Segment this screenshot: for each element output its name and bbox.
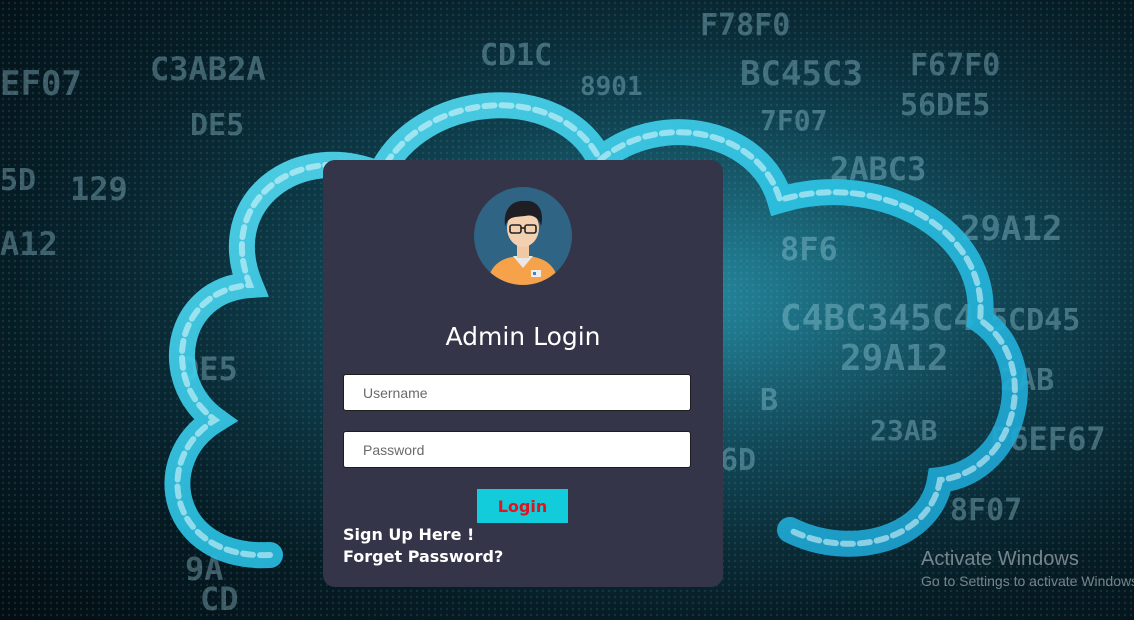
- svg-text:B: B: [760, 383, 778, 418]
- login-button[interactable]: Login: [477, 489, 568, 523]
- svg-text:7F07: 7F07: [760, 104, 827, 137]
- svg-text:5D: 5D: [0, 163, 36, 198]
- svg-text:DE5: DE5: [190, 108, 244, 143]
- svg-text:CD: CD: [200, 580, 239, 618]
- watermark-subtitle: Go to Settings to activate Windows.: [921, 573, 1134, 589]
- login-card: Admin Login Login Sign Up Here ! Forget …: [323, 160, 723, 587]
- svg-text:EF07: EF07: [0, 64, 82, 104]
- svg-text:CD1C: CD1C: [480, 38, 552, 73]
- svg-text:29A12: 29A12: [960, 209, 1062, 249]
- svg-text:8F07: 8F07: [950, 493, 1022, 528]
- svg-text:F78F0: F78F0: [700, 8, 790, 43]
- admin-avatar-icon: [474, 187, 572, 285]
- svg-text:A12: A12: [0, 225, 58, 263]
- svg-text:129: 129: [70, 170, 128, 208]
- svg-text:F67F0: F67F0: [910, 48, 1000, 83]
- forget-password-link[interactable]: Forget Password?: [343, 546, 503, 568]
- svg-text:C4BC345C4: C4BC345C4: [780, 298, 975, 339]
- svg-text:8901: 8901: [580, 72, 643, 102]
- svg-text:8F6: 8F6: [780, 230, 838, 268]
- activate-windows-watermark: Activate Windows Go to Settings to activ…: [921, 546, 1134, 590]
- signup-link[interactable]: Sign Up Here !: [343, 524, 474, 546]
- login-page: EF07 C3AB2A CD1C F78F0 BC45C3 F67F0 8901…: [0, 0, 1134, 620]
- svg-text:56DE5: 56DE5: [900, 88, 990, 123]
- login-title: Admin Login: [445, 322, 601, 351]
- username-input[interactable]: [343, 374, 691, 411]
- svg-text:BC45C3: BC45C3: [740, 54, 863, 94]
- watermark-title: Activate Windows: [921, 548, 1079, 570]
- svg-text:29A12: 29A12: [840, 338, 948, 379]
- svg-text:6D: 6D: [720, 443, 756, 478]
- svg-text:23AB: 23AB: [870, 414, 937, 447]
- password-input[interactable]: [343, 431, 691, 468]
- svg-text:C3AB2A: C3AB2A: [150, 50, 266, 88]
